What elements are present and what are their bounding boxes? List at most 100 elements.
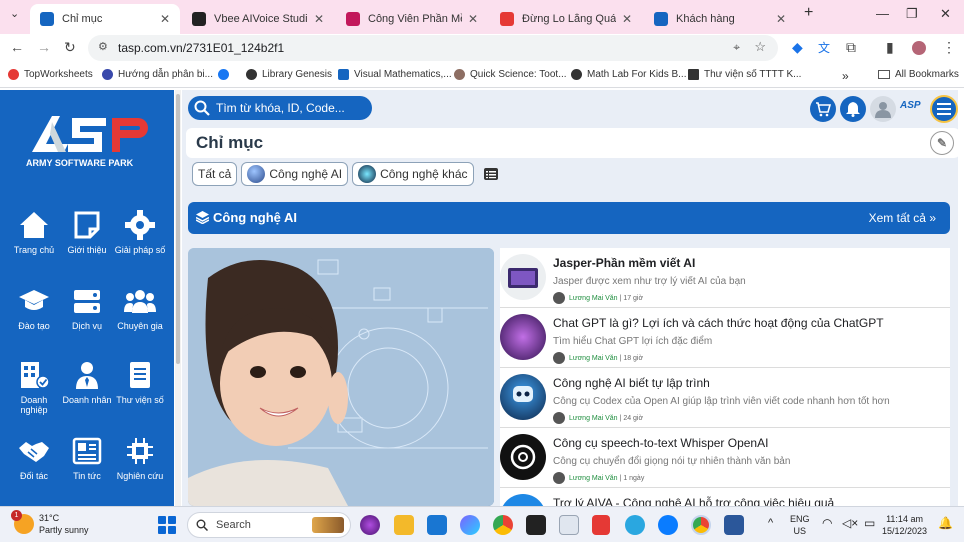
featured-article-image[interactable]: [188, 248, 494, 506]
sidebar-item-doi-tac[interactable]: Đối tác: [6, 436, 62, 481]
show-hidden-icons-chevron-icon[interactable]: ^: [768, 517, 773, 529]
menu-button[interactable]: [930, 95, 958, 123]
author-name[interactable]: Lương Mai Văn: [569, 475, 618, 482]
reload-icon[interactable]: ↻: [64, 39, 76, 56]
sidebar-item-doanh-nhan[interactable]: Doanh nhân: [59, 360, 115, 405]
close-tab-icon[interactable]: ✕: [314, 12, 324, 26]
author-name[interactable]: Lương Mai Văn: [569, 355, 618, 362]
word-icon[interactable]: [724, 515, 744, 535]
bookmark-facebook[interactable]: [218, 69, 234, 80]
browser-tab-active[interactable]: Chỉ mục ✕: [30, 4, 180, 34]
copilot-icon[interactable]: [460, 515, 480, 535]
file-explorer-icon[interactable]: [394, 515, 414, 535]
browser-tab[interactable]: Công Viên Phần Mềm Q ✕: [336, 4, 488, 34]
sticky-notes-icon[interactable]: [526, 515, 546, 535]
view-all-link[interactable]: Xem tất cả »: [869, 211, 936, 225]
browser-tab[interactable]: Đừng Lo Lắng Quá, Hãy ✕: [490, 4, 642, 34]
sidebar-item-dich-vu[interactable]: Dịch vụ: [59, 286, 115, 331]
close-tab-icon[interactable]: ✕: [776, 12, 786, 26]
bookmark-math-lab[interactable]: Math Lab For Kids B...: [571, 69, 687, 80]
close-tab-icon[interactable]: ✕: [622, 12, 632, 26]
close-tab-icon[interactable]: ✕: [468, 12, 478, 26]
language-indicator[interactable]: ENG US: [790, 513, 810, 537]
more-bookmarks-chevron-icon[interactable]: »: [842, 69, 849, 83]
extensions-puzzle-icon[interactable]: ⧉: [846, 39, 856, 56]
notification-bell-icon[interactable]: 🔔: [938, 517, 953, 529]
new-tab-button[interactable]: +: [804, 4, 813, 22]
bookmark-library-genesis[interactable]: Library Genesis: [246, 69, 332, 80]
tab-search-icon[interactable]: ⌄: [10, 7, 19, 20]
asp-mini-logo[interactable]: ASP: [900, 100, 926, 118]
extension-icon[interactable]: ◆: [792, 39, 803, 56]
bookmark-thu-vien-so[interactable]: Thư viện số TTTT K...: [688, 69, 801, 80]
article-title[interactable]: Công nghệ AI biết tự lập trình: [553, 376, 710, 390]
url-text[interactable]: tasp.com.vn/2731E01_124b2f1: [118, 41, 284, 55]
omnibox[interactable]: ⚙ tasp.com.vn/2731E01_124b2f1 ⌖ ☆: [88, 35, 778, 61]
list-item[interactable]: Công cụ speech-to-text Whisper OpenAI Cô…: [500, 428, 950, 488]
bookmark-star-icon[interactable]: ☆: [754, 39, 766, 55]
sidebar-item-giai-phap-so[interactable]: Giải pháp số: [112, 210, 168, 255]
article-title[interactable]: Jasper-Phần mềm viết AI: [553, 256, 695, 270]
user-avatar[interactable]: [870, 96, 896, 122]
start-button[interactable]: [158, 516, 176, 534]
translate-icon[interactable]: 文: [818, 39, 830, 56]
chrome-icon[interactable]: [493, 515, 513, 535]
search-input[interactable]: Tìm từ khóa, ID, Code...: [188, 96, 372, 120]
app-icon-circle[interactable]: [360, 515, 380, 535]
asp-logo[interactable]: ARMY SOFTWARE PARK: [22, 110, 152, 170]
sidebar-item-nghien-cuu[interactable]: Nghiên cứu: [112, 436, 168, 481]
bookmark-visual-math[interactable]: Visual Mathematics,...: [338, 69, 452, 80]
bookmark-quick-science[interactable]: Quick Science: Toot...: [454, 69, 567, 80]
list-item[interactable]: Chat GPT là gì? Lợi ích và cách thức hoạ…: [500, 308, 950, 368]
telegram-icon[interactable]: [625, 515, 645, 535]
notification-button[interactable]: [840, 96, 866, 122]
close-window-button[interactable]: ✕: [940, 6, 951, 22]
site-info-icon[interactable]: ⚙: [98, 40, 108, 53]
back-arrow-icon[interactable]: ←: [10, 39, 24, 55]
author-name[interactable]: Lương Mai Văn: [569, 295, 618, 302]
chip-cong-nghe-khac[interactable]: Công nghệ khác: [352, 162, 474, 186]
author-name[interactable]: Lương Mai Văn: [569, 415, 618, 422]
close-tab-icon[interactable]: ✕: [160, 12, 170, 26]
restore-button[interactable]: ❐: [906, 6, 918, 22]
bookmark-huong-dan[interactable]: Hướng dẫn phân bi...: [102, 69, 213, 80]
chip-cong-nghe-ai[interactable]: Công nghệ AI: [241, 162, 349, 186]
all-bookmarks-button[interactable]: All Bookmarks: [878, 69, 959, 80]
system-clock[interactable]: 11:14 am 15/12/2023: [882, 513, 927, 537]
volume-muted-icon[interactable]: ◁×: [842, 517, 858, 529]
browser-tab[interactable]: Vbee AIVoice Studio - Cô ✕: [182, 4, 334, 34]
browser-tab[interactable]: Khách hàng ✕: [644, 4, 796, 34]
edit-pencil-icon[interactable]: ✎: [930, 131, 954, 155]
article-title[interactable]: Chat GPT là gì? Lợi ích và cách thức hoạ…: [553, 316, 884, 330]
taskbar-search[interactable]: Search: [187, 512, 351, 538]
wifi-icon[interactable]: ◠: [822, 517, 832, 529]
article-title[interactable]: Công cụ speech-to-text Whisper OpenAI: [553, 436, 768, 450]
sidebar-item-chuyen-gia[interactable]: Chuyên gia: [112, 286, 168, 331]
scrollbar-thumb[interactable]: [176, 94, 180, 364]
sidebar-item-gioi-thieu[interactable]: Giới thiệu: [59, 210, 115, 255]
weather-widget[interactable]: 1 31°C Partly sunny: [11, 510, 89, 536]
chrome-active-icon[interactable]: [691, 515, 711, 535]
list-view-button[interactable]: [478, 162, 504, 186]
sidebar-item-thu-vien-so[interactable]: Thư viện số: [112, 360, 168, 405]
bookmark-topworksheets[interactable]: TopWorksheets: [8, 69, 93, 80]
snipping-tool-icon[interactable]: [559, 515, 579, 535]
forward-arrow-icon[interactable]: →: [37, 39, 51, 55]
article-title[interactable]: Trợ lý AIVA - Công nghệ AI hỗ trợ công v…: [553, 496, 834, 506]
sidebar-item-doanh-nghiep[interactable]: Doanh nghiệp: [6, 360, 62, 415]
sidebar-item-trang-chu[interactable]: Trang chủ: [6, 210, 62, 255]
battery-icon[interactable]: ▭: [864, 517, 875, 529]
mail-icon[interactable]: [427, 515, 447, 535]
zalo-icon[interactable]: [658, 515, 678, 535]
network-app-icon[interactable]: [592, 515, 610, 535]
list-item[interactable]: Trợ lý AIVA - Công nghệ AI hỗ trợ công v…: [500, 488, 950, 506]
list-item[interactable]: Jasper-Phần mềm viết AI Jasper được xem …: [500, 248, 950, 308]
sidebar-item-tin-tuc[interactable]: Tin tức: [59, 436, 115, 481]
profile-avatar[interactable]: [912, 41, 926, 55]
sidebar-item-dao-tao[interactable]: Đào tạo: [6, 286, 62, 331]
list-item[interactable]: Công nghệ AI biết tự lập trình Công cụ C…: [500, 368, 950, 428]
browser-menu-icon[interactable]: ⋮: [942, 39, 956, 56]
cart-button[interactable]: [810, 96, 836, 122]
side-panel-icon[interactable]: ▮: [886, 39, 894, 56]
sidebar-scrollbar[interactable]: [175, 90, 181, 506]
